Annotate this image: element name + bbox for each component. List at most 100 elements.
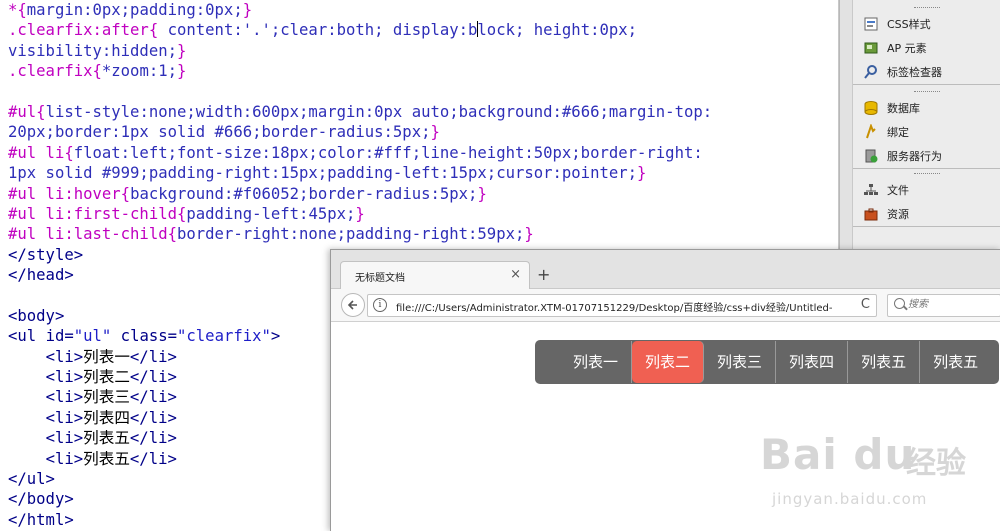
panel-grip[interactable] — [853, 4, 1000, 12]
code-token: id= — [45, 327, 74, 346]
menu-item[interactable]: 列表二 — [632, 341, 705, 383]
code-token: <li> — [45, 449, 84, 468]
code-token: </style> — [8, 245, 84, 264]
back-arrow-icon — [347, 300, 357, 310]
code-token: .clearfix:after{ — [8, 21, 168, 40]
menu-item[interactable]: 列表五 — [848, 341, 921, 383]
menu-item[interactable]: 列表三 — [704, 341, 777, 383]
code-line[interactable]: 1px solid #999;padding-right:15px;paddin… — [8, 163, 712, 183]
code-token: 列表三 — [83, 388, 130, 407]
code-token: margin:0px;padding:0px; — [26, 1, 243, 19]
code-token: *{ — [8, 1, 27, 19]
code-token: 列表一 — [83, 347, 130, 366]
panel-item-server-behaviors[interactable]: 服务器行为 — [853, 144, 1000, 168]
baidu-watermark: Bai du 经验 jingyan.baidu.com — [760, 420, 990, 520]
code-line[interactable]: #ul li{float:left;font-size:18px;color:#… — [8, 143, 712, 163]
code-token: </li> — [129, 449, 177, 468]
panel-group-files: 文件 资源 — [853, 170, 1000, 227]
panel-item-tag-inspector[interactable]: 标签检查器 — [853, 60, 1000, 84]
code-line[interactable]: 20px;border:1px solid #666;border-radius… — [8, 122, 712, 142]
code-token: #ul li:first-child{ — [8, 204, 187, 223]
back-button[interactable] — [341, 293, 365, 317]
code-token: </ul> — [8, 469, 55, 488]
code-line[interactable]: #ul li:hover{background:#f06052;border-r… — [8, 184, 712, 204]
menu-item[interactable]: 列表五 — [920, 341, 998, 383]
code-token: list-style:none;width:600px;margin:0px a… — [45, 102, 713, 121]
code-line[interactable]: *{margin:0px;padding:0px;} — [8, 0, 712, 20]
code-line[interactable]: #ul li:first-child{padding-left:45px;} — [8, 204, 712, 224]
bindings-icon — [863, 124, 879, 140]
panel-grip[interactable] — [853, 170, 1000, 178]
code-token: <li> — [45, 347, 84, 366]
code-token: </html> — [8, 510, 74, 529]
tab-bar: 无标题文档 × + — [331, 250, 1000, 290]
code-token: <li> — [45, 388, 84, 407]
panel-group-css: CSS样式 AP 元素 标签检查器 — [853, 4, 1000, 85]
code-token: 1px solid #999;padding-right:15px;paddin… — [8, 164, 638, 183]
code-token: } — [242, 1, 253, 19]
code-token: } — [477, 184, 487, 203]
code-line[interactable]: .clearfix:after{ content:'.';clear:both;… — [8, 20, 712, 40]
code-token: visibility:hidden; — [8, 41, 177, 60]
files-icon — [863, 182, 879, 198]
menu-item[interactable]: 列表一 — [536, 341, 633, 383]
code-token: 列表四 — [83, 408, 130, 427]
code-token: } — [430, 123, 440, 142]
server-behaviors-icon — [863, 148, 879, 164]
info-icon[interactable]: i — [373, 298, 387, 312]
code-token: lock; height:0px; — [477, 21, 638, 40]
panel-item-database[interactable]: 数据库 — [853, 96, 1000, 120]
code-token: float:left;font-size:18px;color:#fff;lin… — [73, 143, 703, 162]
panel-item-css-styles[interactable]: CSS样式 — [853, 12, 1000, 36]
code-token: </li> — [129, 429, 177, 448]
code-token: </li> — [129, 388, 177, 407]
menu-item[interactable]: 列表四 — [776, 341, 849, 383]
search-icon — [894, 298, 905, 309]
code-token: .clearfix{ — [8, 62, 102, 81]
code-token: padding-left:45px; — [186, 204, 356, 223]
url-bar[interactable]: i file:///C:/Users/Administrator.XTM-017… — [367, 294, 877, 317]
list-menu: 列表一 列表二 列表三 列表四 列表五 列表五 — [535, 340, 1000, 384]
reload-icon[interactable]: C — [861, 297, 870, 312]
code-token: #ul{ — [8, 102, 46, 121]
url-text[interactable]: file:///C:/Users/Administrator.XTM-01707… — [396, 299, 832, 314]
code-token: "clearfix" — [177, 327, 271, 346]
browser-tab[interactable]: 无标题文档 × — [340, 261, 530, 290]
code-line[interactable]: .clearfix{*zoom:1;} — [8, 61, 712, 81]
css-styles-icon — [863, 16, 879, 32]
code-token: *zoom:1; — [101, 62, 177, 81]
new-tab-button[interactable]: + — [537, 267, 550, 283]
close-tab-icon[interactable]: × — [510, 267, 521, 282]
panel-item-label: 绑定 — [887, 126, 909, 139]
search-input[interactable] — [908, 297, 996, 312]
code-token: </li> — [129, 408, 177, 427]
code-token: <li> — [45, 408, 84, 427]
panel-item-ap-elements[interactable]: AP 元素 — [853, 36, 1000, 60]
panel-item-bindings[interactable]: 绑定 — [853, 120, 1000, 144]
code-token: content:'.';clear:both; display:b — [167, 21, 478, 40]
code-token: <li> — [45, 429, 84, 448]
panel-item-label: 资源 — [887, 208, 909, 221]
code-line[interactable] — [8, 82, 712, 102]
code-token: 列表五 — [83, 449, 130, 468]
panel-item-label: CSS样式 — [887, 18, 931, 31]
code-token: </body> — [8, 490, 74, 509]
code-token: class= — [111, 327, 178, 346]
tag-inspector-icon — [863, 64, 879, 80]
ap-elements-icon — [863, 40, 879, 56]
code-line[interactable]: visibility:hidden;} — [8, 41, 712, 61]
panel-grip[interactable] — [853, 88, 1000, 96]
panel-item-files[interactable]: 文件 — [853, 178, 1000, 202]
code-line[interactable]: #ul{list-style:none;width:600px;margin:0… — [8, 102, 712, 122]
code-token: #ul li:last-child{ — [8, 225, 177, 244]
code-token: <li> — [45, 368, 84, 387]
code-token: border-right:none;padding-right:59px; — [177, 225, 525, 244]
code-token: } — [524, 225, 534, 244]
search-box[interactable] — [887, 294, 1000, 317]
code-line[interactable]: #ul li:last-child{border-right:none;padd… — [8, 224, 712, 244]
panel-item-assets[interactable]: 资源 — [853, 202, 1000, 226]
